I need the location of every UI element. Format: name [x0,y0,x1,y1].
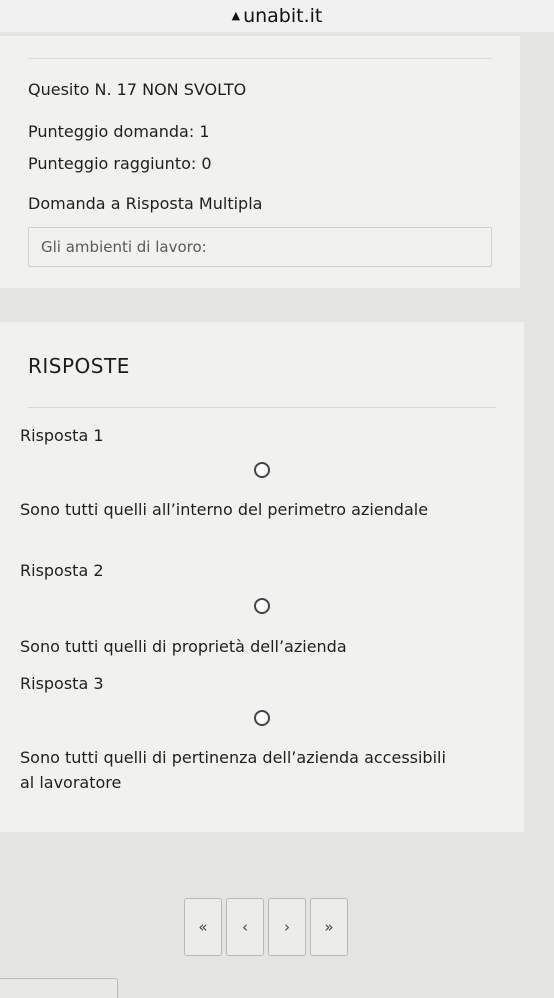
first-page-button[interactable]: « [184,898,222,956]
answer-text-2: Sono tutti quelli di proprietà dell’azie… [20,637,347,656]
question-prompt-box: Gli ambienti di lavoro: [28,227,492,267]
last-page-button[interactable]: » [310,898,348,956]
answer-label-3: Risposta 3 [20,674,104,693]
answer-text-1: Sono tutti quelli all’interno del perime… [20,500,429,519]
answers-card: RISPOSTE Risposta 1 Sono tutti quelli al… [0,322,524,832]
answer-text-3: Sono tutti quelli di pertinenza dell’azi… [20,748,446,792]
question-type: Domanda a Risposta Multipla [28,194,263,213]
answer-label-1: Risposta 1 [20,426,104,445]
divider [28,407,496,408]
divider [28,58,492,59]
address-bar[interactable]: ▲ unabit.it [0,0,554,32]
question-status: Quesito N. 17 NON SVOLTO [28,80,247,99]
achieved-score: Punteggio raggiunto: 0 [28,154,212,173]
url-text: unabit.it [243,5,323,27]
question-prompt: Gli ambienti di lavoro: [41,238,207,256]
answer-label-2: Risposta 2 [20,561,104,580]
question-score: Punteggio domanda: 1 [28,122,210,141]
answers-title: RISPOSTE [28,354,130,378]
answer-radio-2[interactable] [254,598,270,614]
next-page-button[interactable]: › [268,898,306,956]
answer-radio-1[interactable] [254,462,270,478]
lock-icon: ▲ [231,8,241,22]
answer-radio-3[interactable] [254,710,270,726]
previous-page-button[interactable]: ‹ [226,898,264,956]
bottom-panel-edge [0,978,118,998]
question-card: Quesito N. 17 NON SVOLTO Punteggio doman… [0,36,520,288]
